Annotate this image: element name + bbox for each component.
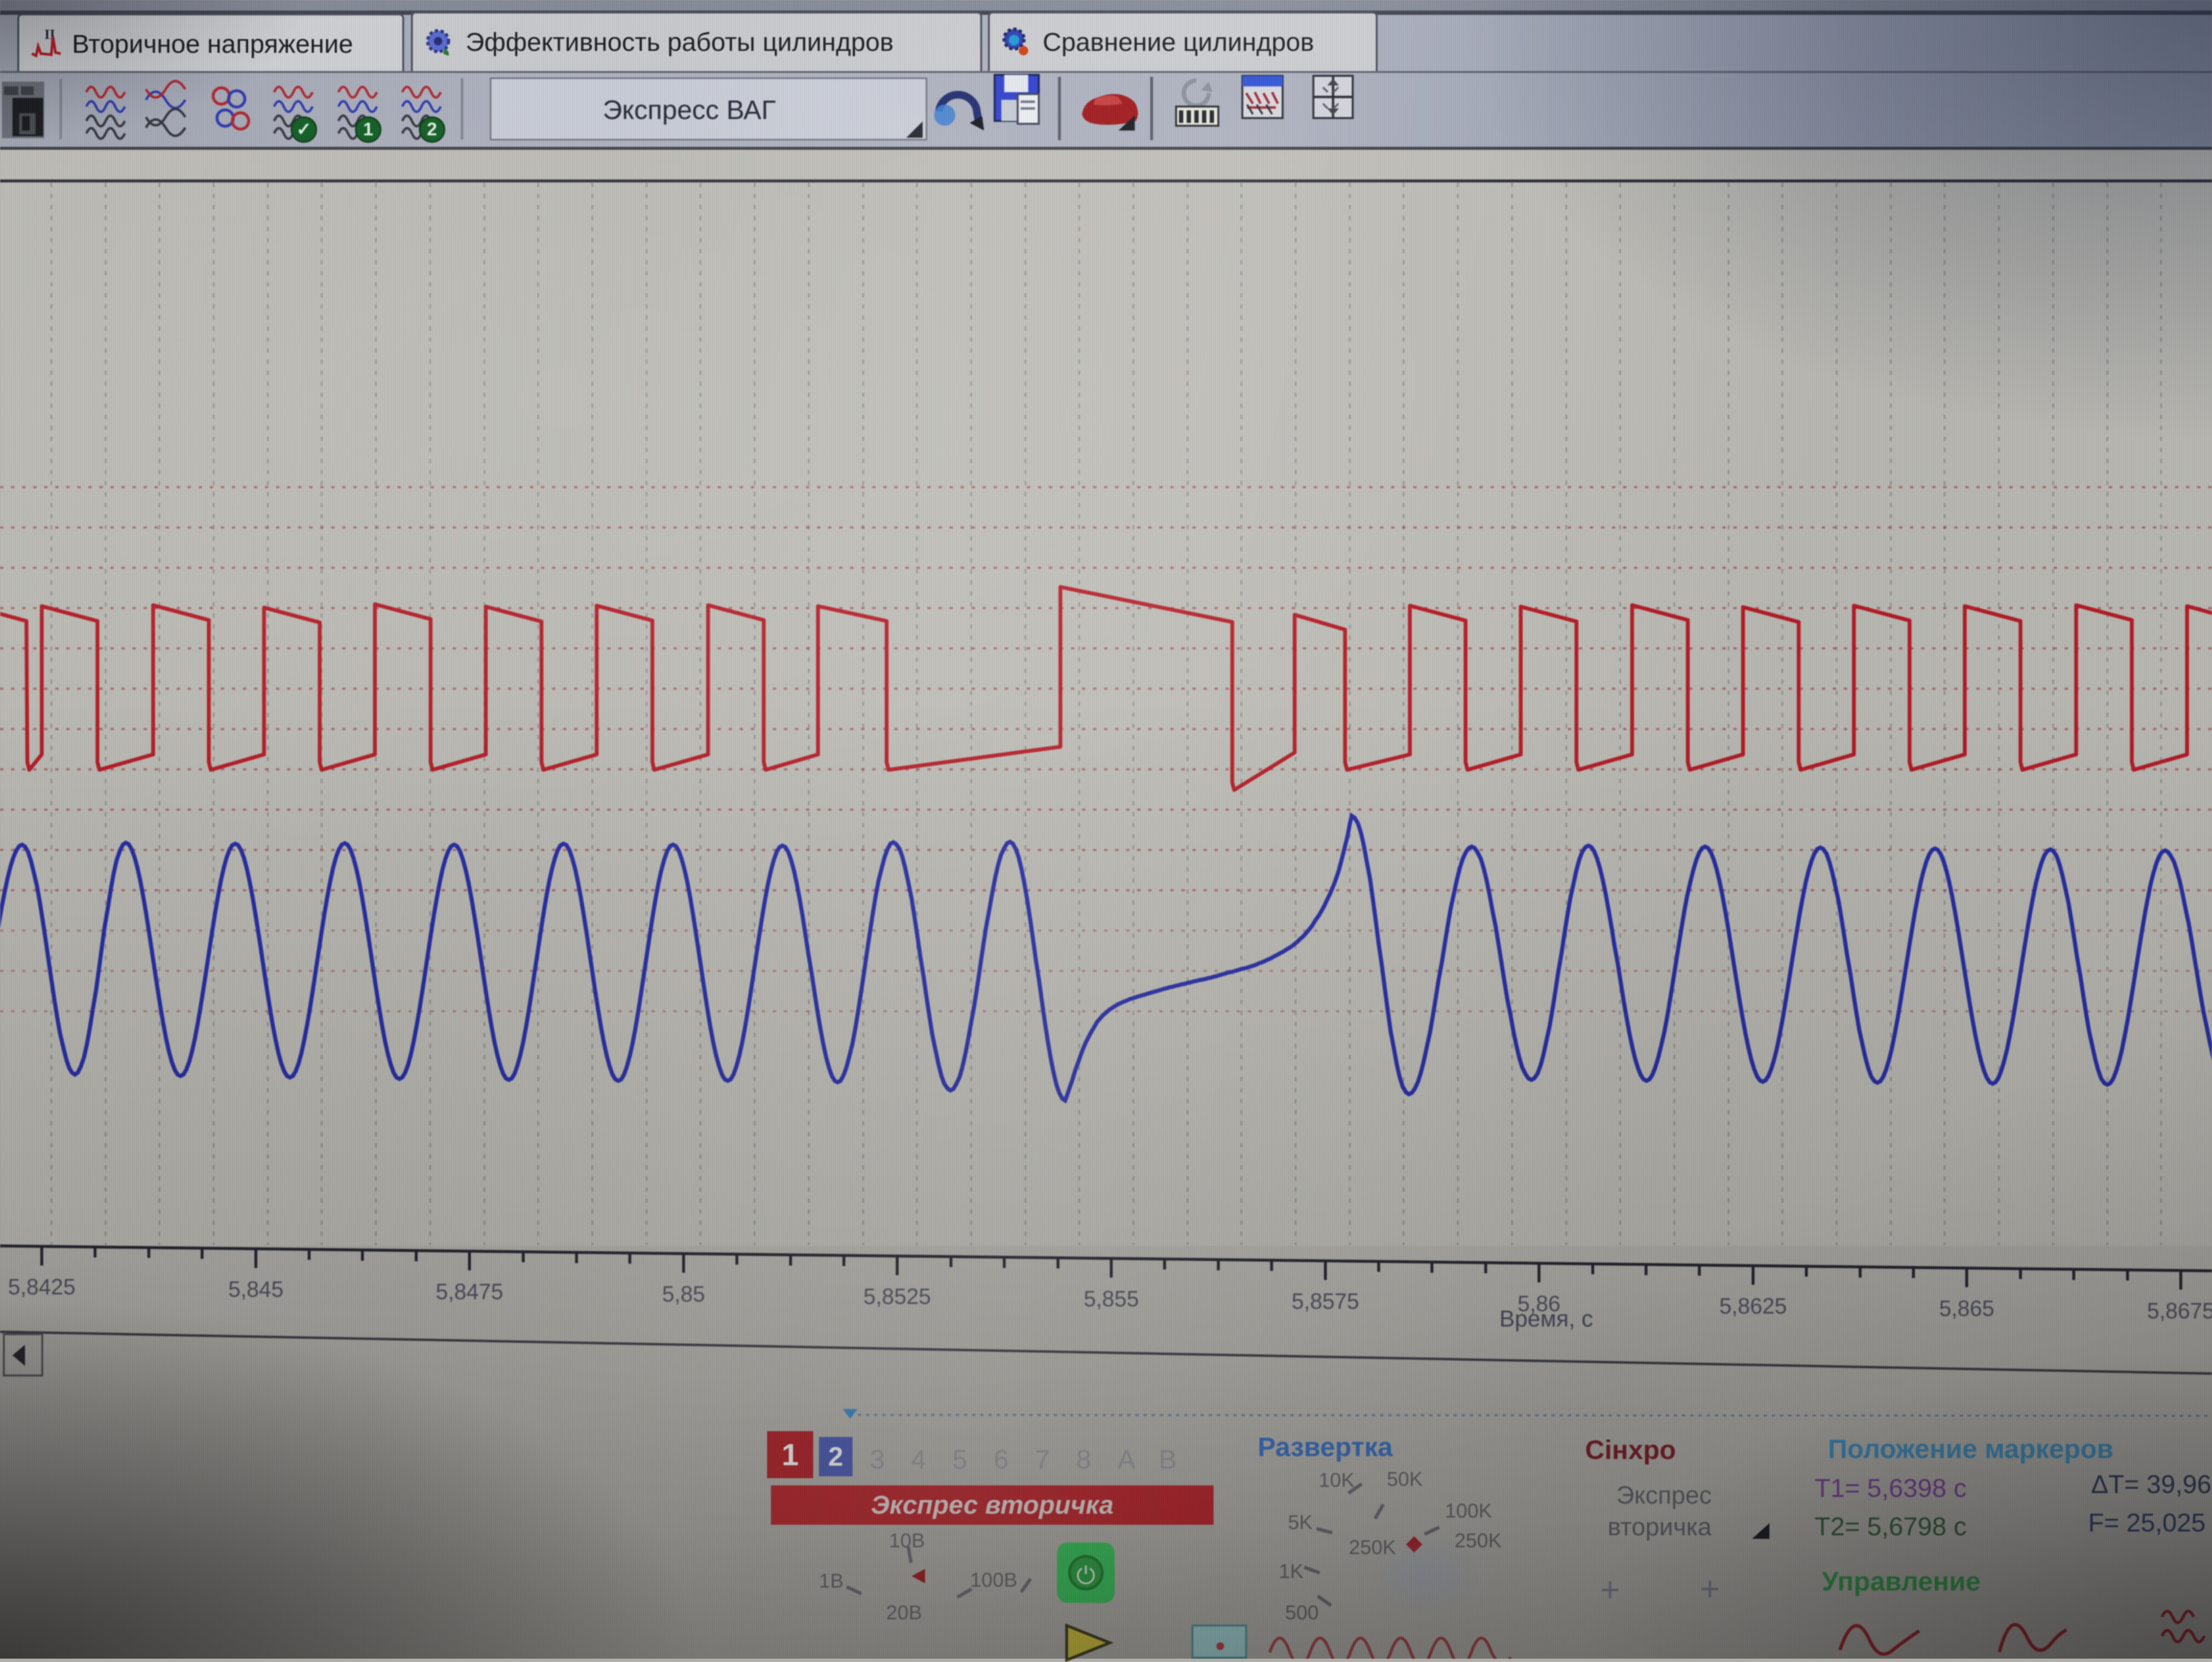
svg-text:Экспресс ВАГ: Экспресс ВАГ [603,95,776,125]
svg-text:5,8625: 5,8625 [1719,1293,1787,1318]
svg-text:5,8475: 5,8475 [436,1279,504,1304]
svg-text:5,855: 5,855 [1083,1286,1139,1311]
svg-text:5,8525: 5,8525 [864,1284,931,1309]
svg-text:5,845: 5,845 [228,1277,283,1302]
svg-text:Время, с: Время, с [1499,1306,1593,1332]
svg-text:5,8425: 5,8425 [8,1274,76,1299]
svg-text:5,8675: 5,8675 [2147,1298,2212,1323]
svg-text:✓: ✓ [296,120,312,140]
svg-text:5,85: 5,85 [662,1281,705,1306]
svg-text:5,865: 5,865 [1939,1296,1994,1321]
svg-text:5,8575: 5,8575 [1292,1289,1359,1314]
svg-text:1: 1 [363,120,373,140]
svg-text:2: 2 [427,120,437,140]
